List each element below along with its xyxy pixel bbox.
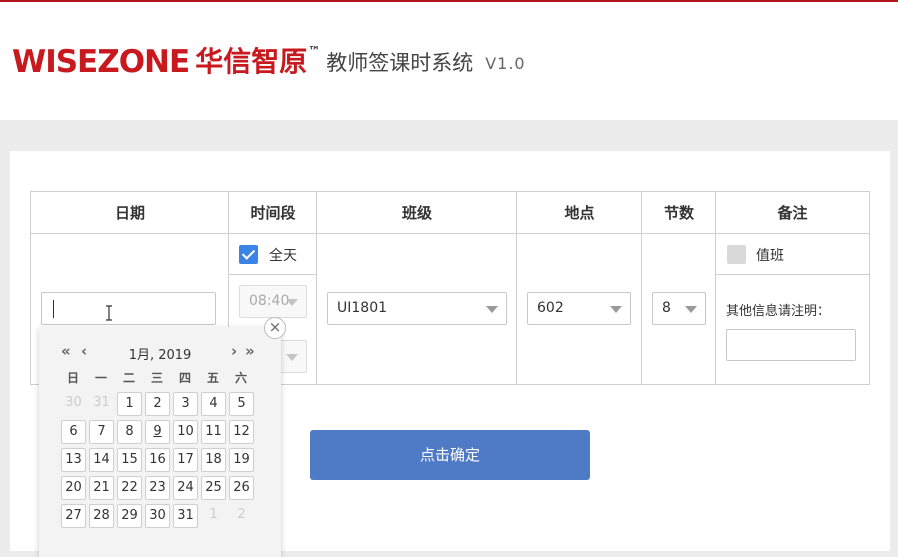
calendar-day[interactable]: 3: [173, 392, 198, 416]
header-location: 地点: [517, 192, 642, 234]
calendar-day[interactable]: 11: [201, 420, 226, 444]
chevron-down-icon: [486, 306, 498, 313]
calendar-day-outside: 2: [237, 507, 246, 522]
header-periods: 节数: [642, 192, 716, 234]
weekday-label: 六: [234, 371, 247, 385]
header: WISEZONE 华信智原 ™ 教师签课时系统 V1.0: [0, 2, 898, 120]
class-select[interactable]: UI1801: [327, 292, 507, 325]
class-value: UI1801: [337, 300, 388, 316]
calendar-day[interactable]: 13: [61, 448, 86, 472]
chevron-down-icon: [685, 306, 697, 313]
submit-button[interactable]: 点击确定: [310, 430, 590, 480]
calendar-day[interactable]: 4: [201, 392, 226, 416]
trademark: ™: [308, 44, 321, 58]
brand-logo: WISEZONE 华信智原 ™ 教师签课时系统 V1.0: [12, 40, 526, 80]
calendar-day[interactable]: 10: [173, 420, 198, 444]
close-icon[interactable]: ×: [264, 317, 286, 339]
calendar-day[interactable]: 12: [229, 420, 254, 444]
divider: [716, 274, 869, 275]
duty-checkbox[interactable]: [727, 245, 746, 264]
allday-checkbox[interactable]: [239, 245, 258, 264]
text-caret: [53, 300, 54, 318]
periods-value: 8: [662, 300, 671, 316]
version-label: V1.0: [485, 54, 526, 73]
next-year-button[interactable]: »: [245, 342, 255, 360]
calendar-day[interactable]: 14: [89, 448, 114, 472]
calendar-day[interactable]: 26: [229, 476, 254, 500]
calendar-day[interactable]: 20: [61, 476, 86, 500]
divider: [641, 192, 642, 384]
text-cursor-icon: [106, 305, 112, 321]
header-date: 日期: [31, 192, 229, 234]
brand-logo-en: WISEZONE: [12, 44, 190, 80]
calendar-day[interactable]: 25: [201, 476, 226, 500]
divider: [516, 192, 517, 384]
calendar-day[interactable]: 17: [173, 448, 198, 472]
duty-label: 值班: [756, 248, 784, 264]
weekday-label: 二: [122, 371, 135, 385]
calendar-day[interactable]: 6: [61, 420, 86, 444]
chevron-down-icon: [286, 299, 298, 306]
chevron-down-icon: [610, 306, 622, 313]
calendar-day[interactable]: 29: [117, 504, 142, 528]
location-value: 602: [537, 300, 564, 316]
time-start-value: 08:40: [249, 293, 290, 309]
header-class: 班级: [317, 192, 517, 234]
system-title: 教师签课时系统: [326, 51, 474, 75]
date-input[interactable]: [41, 292, 216, 325]
next-month-button[interactable]: ›: [231, 342, 237, 360]
calendar-day[interactable]: 31: [173, 504, 198, 528]
calendar-day[interactable]: 30: [145, 504, 170, 528]
weekday-label: 日: [66, 371, 79, 385]
calendar-day-outside: 30: [65, 395, 82, 410]
calendar-day[interactable]: 1: [117, 392, 142, 416]
chevron-down-icon: [286, 354, 298, 361]
weekday-label: 五: [206, 371, 219, 385]
divider: [316, 192, 317, 384]
calendar-day-outside: 31: [93, 395, 110, 410]
brand-logo-cn: 华信智原: [195, 45, 308, 78]
calendar-day[interactable]: 28: [89, 504, 114, 528]
calendar-day[interactable]: 16: [145, 448, 170, 472]
calendar-day[interactable]: 22: [117, 476, 142, 500]
location-select[interactable]: 602: [527, 292, 631, 325]
divider: [229, 274, 317, 275]
calendar-day-outside: 1: [209, 507, 218, 522]
calendar-day[interactable]: 19: [229, 448, 254, 472]
allday-label: 全天: [269, 248, 297, 264]
notes-input[interactable]: [726, 329, 856, 361]
date-picker: « ‹ 1月, 2019 › » 日一二三四五六 30 31 1 2 3 4 5 6 7 8 9 10…: [39, 327, 281, 557]
weekday-label: 一: [94, 371, 107, 385]
periods-select[interactable]: 8: [652, 292, 706, 325]
calendar-day[interactable]: 23: [145, 476, 170, 500]
time-start-select[interactable]: 08:40: [239, 285, 307, 318]
calendar-day[interactable]: 18: [201, 448, 226, 472]
calendar-day[interactable]: 7: [89, 420, 114, 444]
calendar-day[interactable]: 21: [89, 476, 114, 500]
calendar-day[interactable]: 8: [117, 420, 142, 444]
calendar-day[interactable]: 2: [145, 392, 170, 416]
calendar-day[interactable]: 24: [173, 476, 198, 500]
header-notes: 备注: [716, 192, 869, 234]
weekday-label: 三: [150, 371, 163, 385]
notes-label: 其他信息请注明：: [726, 304, 831, 319]
calendar-day[interactable]: 5: [229, 392, 254, 416]
calendar-day[interactable]: 27: [61, 504, 86, 528]
header-time-slot: 时间段: [229, 192, 317, 234]
weekday-label: 四: [178, 371, 191, 385]
divider: [715, 192, 716, 384]
calendar-day[interactable]: 15: [117, 448, 142, 472]
calendar-day[interactable]: 9: [145, 420, 170, 444]
